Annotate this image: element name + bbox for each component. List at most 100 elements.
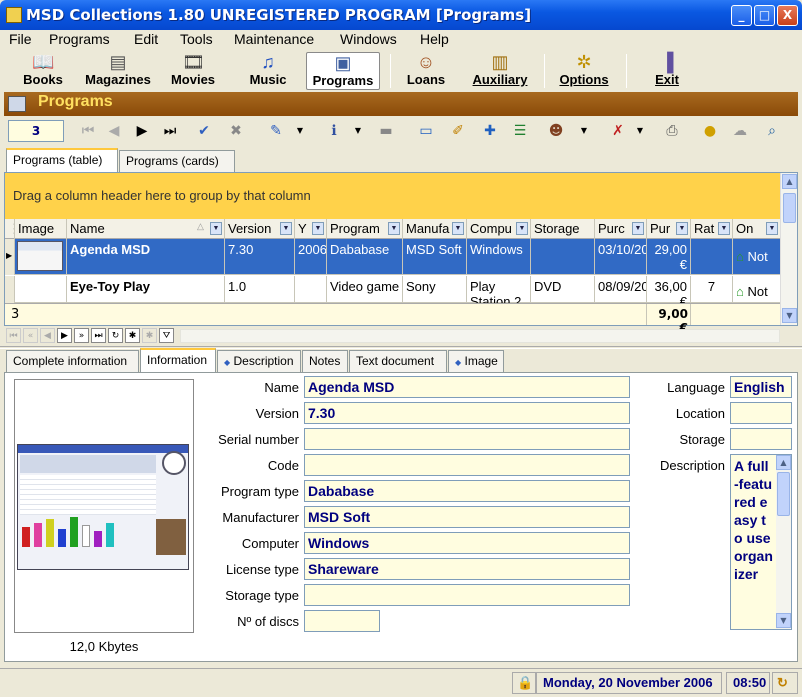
edit-dropdown-icon[interactable]: ▼ bbox=[290, 122, 310, 140]
storage-type-field[interactable] bbox=[304, 584, 630, 606]
coins-icon[interactable]: ● bbox=[700, 122, 720, 140]
check-icon[interactable]: ✔ bbox=[194, 122, 214, 140]
nav-insert-icon[interactable]: ✱ bbox=[125, 328, 140, 343]
menu-edit[interactable]: Edit bbox=[134, 31, 158, 47]
first-record-icon[interactable]: ⏮ bbox=[78, 122, 98, 140]
delete-icon[interactable]: ✗ bbox=[608, 122, 628, 140]
group-by-area[interactable]: Drag a column header here to group by th… bbox=[5, 173, 781, 219]
edit-icon[interactable]: ✎ bbox=[266, 122, 286, 140]
search-icon[interactable]: ⌕ bbox=[762, 122, 782, 140]
scroll-down-icon[interactable]: ▼ bbox=[776, 613, 791, 628]
delete-dropdown-icon[interactable]: ▼ bbox=[630, 122, 650, 140]
loans-button[interactable]: ☺ Loans bbox=[402, 52, 450, 90]
scroll-up-icon[interactable]: ▲ bbox=[782, 174, 797, 189]
add-icon[interactable]: ✚ bbox=[480, 122, 500, 140]
nav-filter-icon[interactable]: ⛛ bbox=[159, 328, 174, 343]
note-edit-icon[interactable]: ✐ bbox=[448, 122, 468, 140]
program-type-field[interactable]: Dababase bbox=[304, 480, 630, 502]
code-field[interactable] bbox=[304, 454, 630, 476]
cancel-icon[interactable]: ✖ bbox=[226, 122, 246, 140]
column-header-on[interactable]: On ▼ bbox=[733, 219, 781, 239]
license-type-field[interactable]: Shareware bbox=[304, 558, 630, 580]
grid-vertical-scrollbar[interactable]: ▲ ▼ bbox=[780, 173, 797, 325]
filter-dropdown-icon[interactable]: ▼ bbox=[388, 222, 400, 235]
tab-text-document[interactable]: Text document bbox=[349, 350, 447, 372]
column-header-rating[interactable]: Rat ▼ bbox=[691, 219, 733, 239]
menu-windows[interactable]: Windows bbox=[340, 31, 397, 47]
loan-dropdown-icon[interactable]: ▼ bbox=[574, 122, 594, 140]
list-icon[interactable]: ☰ bbox=[510, 122, 530, 140]
column-header-image[interactable]: Image bbox=[15, 219, 67, 239]
column-header-version[interactable]: Version ▼ bbox=[225, 219, 295, 239]
tab-notes[interactable]: Notes bbox=[302, 350, 348, 372]
scroll-down-icon[interactable]: ▼ bbox=[782, 308, 797, 323]
menu-maintenance[interactable]: Maintenance bbox=[234, 31, 314, 47]
tab-programs-table[interactable]: Programs (table) bbox=[6, 148, 118, 172]
filter-dropdown-icon[interactable]: ▼ bbox=[210, 222, 222, 235]
magazines-button[interactable]: ▤ Magazines bbox=[80, 52, 156, 90]
books-button[interactable]: 📖 Books bbox=[18, 52, 68, 90]
folder-icon[interactable]: ▬ bbox=[376, 122, 396, 140]
name-field[interactable]: Agenda MSD bbox=[304, 376, 630, 398]
column-header-program[interactable]: Program ▼ bbox=[327, 219, 403, 239]
scroll-thumb[interactable] bbox=[783, 193, 796, 223]
info-dropdown-icon[interactable]: ▼ bbox=[348, 122, 368, 140]
filter-dropdown-icon[interactable]: ▼ bbox=[452, 222, 464, 235]
monitor-icon[interactable]: ▭ bbox=[416, 122, 436, 140]
filter-dropdown-icon[interactable]: ▼ bbox=[676, 222, 688, 235]
nav-refresh-icon[interactable]: ↻ bbox=[108, 328, 123, 343]
filter-dropdown-icon[interactable]: ▼ bbox=[280, 222, 292, 235]
tab-complete-information[interactable]: Complete information bbox=[6, 350, 139, 372]
table-row[interactable]: ▶ Agenda MSD 7.30 2006 Dababase MSD Soft… bbox=[5, 239, 781, 275]
description-scrollbar[interactable]: ▲ ▼ bbox=[776, 455, 791, 629]
loan-person-icon[interactable]: ☻ bbox=[546, 122, 566, 140]
column-header-price[interactable]: Pur ▼ bbox=[647, 219, 691, 239]
programs-button[interactable]: ▣ Programs bbox=[306, 52, 380, 90]
tab-information[interactable]: Information bbox=[140, 348, 216, 372]
info-icon[interactable]: ℹ bbox=[324, 122, 344, 140]
column-header-year[interactable]: Y ▼ bbox=[295, 219, 327, 239]
exit-button[interactable]: ▐ Exit bbox=[648, 52, 686, 90]
filter-dropdown-icon[interactable]: ▼ bbox=[766, 222, 778, 235]
printer-icon[interactable]: ⎙ bbox=[662, 122, 682, 140]
close-button[interactable]: X bbox=[777, 5, 798, 26]
splitter[interactable] bbox=[0, 346, 802, 349]
filter-dropdown-icon[interactable]: ▼ bbox=[312, 222, 324, 235]
menu-file[interactable]: File bbox=[9, 31, 32, 47]
nav-next-page-icon[interactable]: » bbox=[74, 328, 89, 343]
serial-number-field[interactable] bbox=[304, 428, 630, 450]
column-header-manufacturer[interactable]: Manufa ▼ bbox=[403, 219, 467, 239]
cloud-icon[interactable]: ☁ bbox=[730, 122, 750, 140]
column-header-computer[interactable]: Compu ▼ bbox=[467, 219, 531, 239]
minimize-button[interactable]: _ bbox=[731, 5, 752, 26]
column-chooser-icon[interactable]: ⋮ bbox=[5, 219, 15, 239]
filter-dropdown-icon[interactable]: ▼ bbox=[516, 222, 528, 235]
previous-record-icon[interactable]: ◀ bbox=[104, 122, 124, 140]
tab-programs-cards[interactable]: Programs (cards) bbox=[119, 150, 235, 172]
language-field[interactable]: English bbox=[730, 376, 792, 398]
movies-button[interactable]: 🎞 Movies bbox=[166, 52, 220, 90]
column-header-name[interactable]: Name △ ▼ bbox=[67, 219, 225, 239]
tab-description[interactable]: ◆ Description bbox=[217, 350, 301, 372]
location-field[interactable] bbox=[730, 402, 792, 424]
record-number-field[interactable]: 3 bbox=[8, 120, 64, 142]
scroll-up-icon[interactable]: ▲ bbox=[776, 455, 791, 470]
nav-next-icon[interactable]: ▶ bbox=[57, 328, 72, 343]
filter-dropdown-icon[interactable]: ▼ bbox=[632, 222, 644, 235]
computer-field[interactable]: Windows bbox=[304, 532, 630, 554]
nav-prev-page-icon[interactable]: « bbox=[23, 328, 38, 343]
table-row[interactable]: Eye-Toy Play 1.0 Video game Sony Play Sta… bbox=[5, 276, 781, 303]
manufacturer-field[interactable]: MSD Soft bbox=[304, 506, 630, 528]
nav-first-icon[interactable]: ⏮ bbox=[6, 328, 21, 343]
column-header-storage[interactable]: Storage bbox=[531, 219, 595, 239]
discs-field[interactable] bbox=[304, 610, 380, 632]
nav-delete-icon[interactable]: ✱ bbox=[142, 328, 157, 343]
tab-image[interactable]: ◆ Image bbox=[448, 350, 504, 372]
next-record-icon[interactable]: ▶ bbox=[132, 122, 152, 140]
auxiliary-button[interactable]: ▥ Auxiliary bbox=[466, 52, 534, 90]
sync-icon[interactable]: ↻ bbox=[772, 672, 798, 694]
nav-last-icon[interactable]: ⏭ bbox=[91, 328, 106, 343]
maximize-button[interactable]: □ bbox=[754, 5, 775, 26]
nav-prev-icon[interactable]: ◀ bbox=[40, 328, 55, 343]
storage-field[interactable] bbox=[730, 428, 792, 450]
